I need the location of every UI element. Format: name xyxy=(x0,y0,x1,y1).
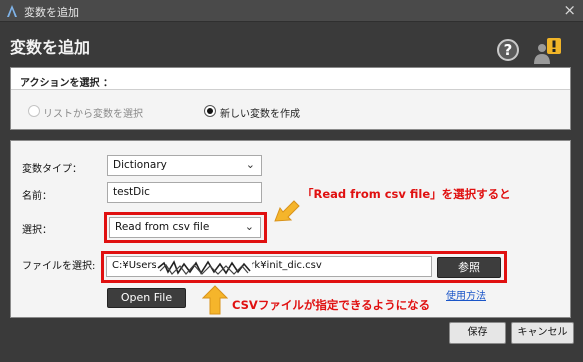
radio-select-from-list[interactable] xyxy=(28,105,40,117)
open-file-button[interactable]: Open File xyxy=(107,288,186,308)
action-panel: アクションを選択 ： リストから変数を選択 新しい変数を作成 xyxy=(10,67,571,130)
chevron-down-icon: ⌄ xyxy=(245,158,255,171)
highlight-file-box xyxy=(101,251,507,283)
page-title: 変数を追加 xyxy=(10,38,91,57)
user-alert-icon[interactable] xyxy=(530,36,564,66)
name-label: 名前： xyxy=(22,191,52,202)
name-input[interactable]: testDic xyxy=(107,182,262,203)
radio-create-new-label: 新しい変数を作成 xyxy=(220,109,300,120)
arrow-left-down-icon xyxy=(274,200,300,222)
help-icon[interactable]: ? xyxy=(497,39,519,61)
save-button[interactable]: 保存 xyxy=(449,322,506,344)
arrow-up-icon xyxy=(202,285,228,315)
name-input-value: testDic xyxy=(113,186,150,198)
type-select[interactable]: Dictionary ⌄ xyxy=(107,155,262,176)
dialog-header: 変数を追加 ? xyxy=(0,22,583,67)
radio-create-new[interactable] xyxy=(204,105,216,117)
radio-selected-dot xyxy=(207,108,213,114)
usage-link[interactable]: 使用方法 xyxy=(446,287,486,302)
form-panel xyxy=(10,140,571,318)
action-heading: アクションを選択 ： xyxy=(20,78,113,89)
title-bar: 変数を追加 × xyxy=(0,0,583,22)
type-label: 変数タイプ： xyxy=(22,164,82,175)
app-logo-icon xyxy=(7,5,17,17)
radio-select-from-list-label: リストから変数を選択 xyxy=(43,109,143,120)
cancel-button[interactable]: キャンセル xyxy=(511,322,574,344)
select-annotation: 「Read from csv file」を選択すると xyxy=(302,187,511,201)
type-select-value: Dictionary xyxy=(113,159,167,171)
file-label: ファイルを選択: xyxy=(22,261,96,272)
file-annotation: CSVファイルが指定できるようになる xyxy=(232,298,431,312)
action-panel-header: アクションを選択 ： xyxy=(11,68,570,90)
window-title: 変数を追加 xyxy=(24,6,79,19)
close-icon[interactable]: × xyxy=(563,2,576,19)
highlight-select-box xyxy=(104,212,267,243)
select-label: 選択： xyxy=(22,225,52,236)
